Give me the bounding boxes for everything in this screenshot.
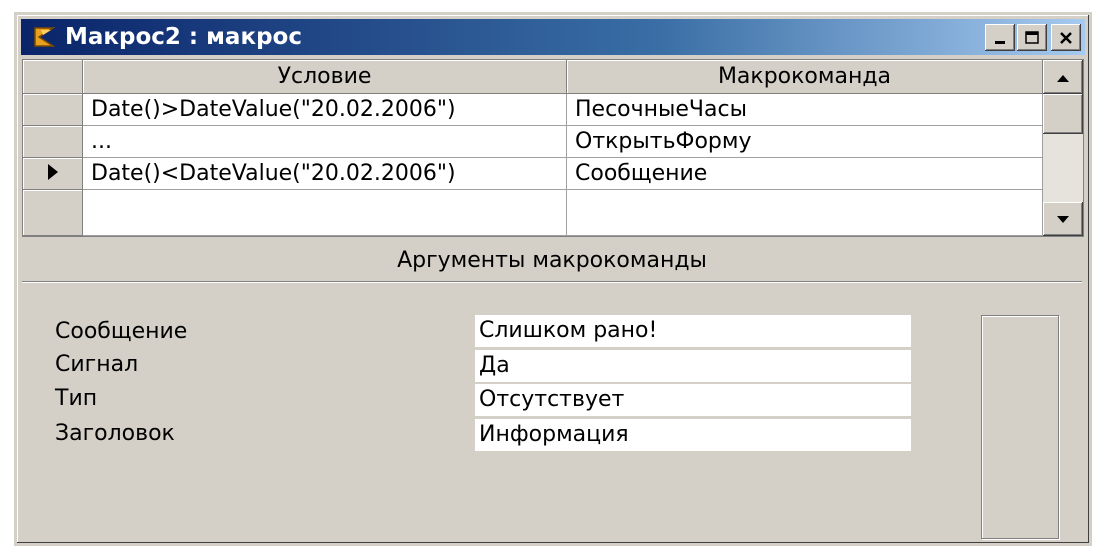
argument-value-field[interactable]: Слишком рано! xyxy=(475,315,911,347)
argument-label: Заголовок xyxy=(55,421,175,446)
arrow-up-icon xyxy=(1055,68,1071,87)
close-button[interactable] xyxy=(1051,24,1081,51)
title-bar[interactable]: Макрос2 : макрос xyxy=(21,19,1085,55)
action-cell[interactable]: ПесочныеЧасы xyxy=(567,94,1043,126)
row-selector[interactable] xyxy=(23,94,83,126)
action-cell[interactable] xyxy=(567,190,1043,236)
scroll-up-button[interactable] xyxy=(1043,60,1083,94)
argument-label: Сигнал xyxy=(55,352,139,377)
vertical-scrollbar[interactable] xyxy=(1043,60,1083,236)
action-cell[interactable]: ОткрытьФорму xyxy=(567,126,1043,158)
macro-window: Макрос2 : макрос Условие Макрокоманда Da… xyxy=(14,12,1092,546)
arguments-header: Аргументы макрокоманды xyxy=(22,241,1082,282)
row-selector[interactable] xyxy=(23,190,83,236)
argument-label: Тип xyxy=(55,386,98,411)
action-cell[interactable]: Сообщение xyxy=(567,158,1043,190)
argument-value-field[interactable]: Да xyxy=(475,350,911,382)
grid-corner[interactable] xyxy=(23,60,83,94)
maximize-icon xyxy=(1024,30,1040,46)
condition-cell[interactable]: ... xyxy=(83,126,567,158)
close-icon xyxy=(1058,30,1074,46)
macro-icon xyxy=(33,26,57,48)
argument-label: Сообщение xyxy=(55,319,188,344)
macro-grid: Условие Макрокоманда Date()>DateValue("2… xyxy=(22,59,1084,237)
argument-value-field[interactable]: Информация xyxy=(475,419,911,451)
minimize-icon xyxy=(992,30,1008,46)
column-header-action[interactable]: Макрокоманда xyxy=(567,60,1043,94)
row-selector[interactable] xyxy=(23,126,83,158)
argument-value-field[interactable]: Отсутствует xyxy=(475,384,911,416)
window-title: Макрос2 : макрос xyxy=(65,24,302,50)
current-row-arrow-icon xyxy=(46,163,60,185)
scroll-down-button[interactable] xyxy=(1043,202,1083,236)
scroll-thumb[interactable] xyxy=(1043,94,1083,134)
minimize-button[interactable] xyxy=(985,24,1015,51)
row-selector-current[interactable] xyxy=(23,158,83,190)
help-panel xyxy=(981,315,1059,539)
maximize-button[interactable] xyxy=(1017,24,1047,51)
condition-cell[interactable]: Date()<DateValue("20.02.2006") xyxy=(83,158,567,190)
arrow-down-icon xyxy=(1055,210,1071,229)
column-header-condition[interactable]: Условие xyxy=(83,60,567,94)
condition-cell[interactable] xyxy=(83,190,567,236)
condition-cell[interactable]: Date()>DateValue("20.02.2006") xyxy=(83,94,567,126)
